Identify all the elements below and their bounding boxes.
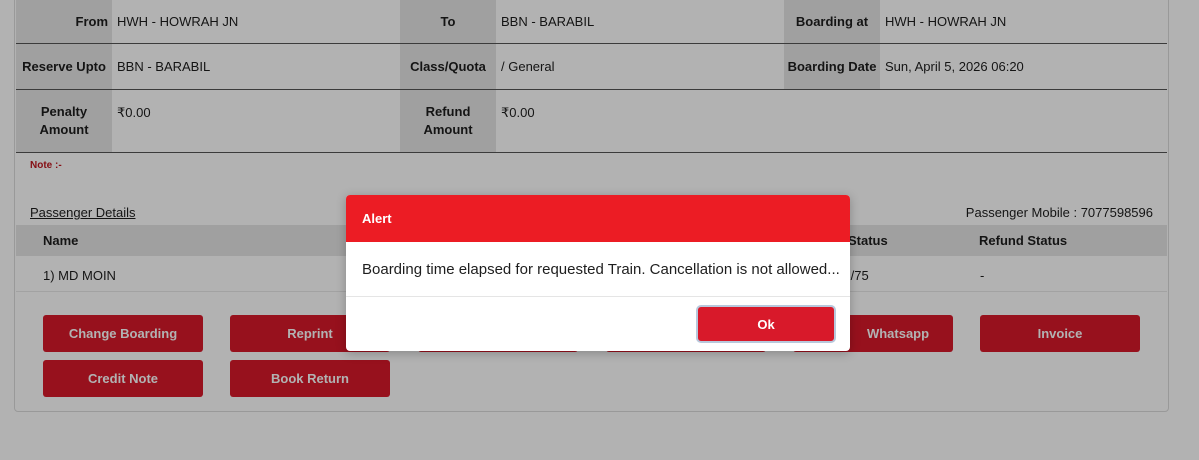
ok-button[interactable]: Ok bbox=[696, 305, 836, 343]
alert-dialog-footer: Ok bbox=[346, 297, 850, 351]
alert-dialog-body: Boarding time elapsed for requested Trai… bbox=[346, 242, 850, 297]
alert-message: Boarding time elapsed for requested Trai… bbox=[362, 260, 840, 278]
alert-dialog-header: Alert bbox=[346, 195, 850, 242]
alert-dialog: Alert Boarding time elapsed for requeste… bbox=[346, 195, 850, 351]
alert-title: Alert bbox=[362, 211, 392, 226]
